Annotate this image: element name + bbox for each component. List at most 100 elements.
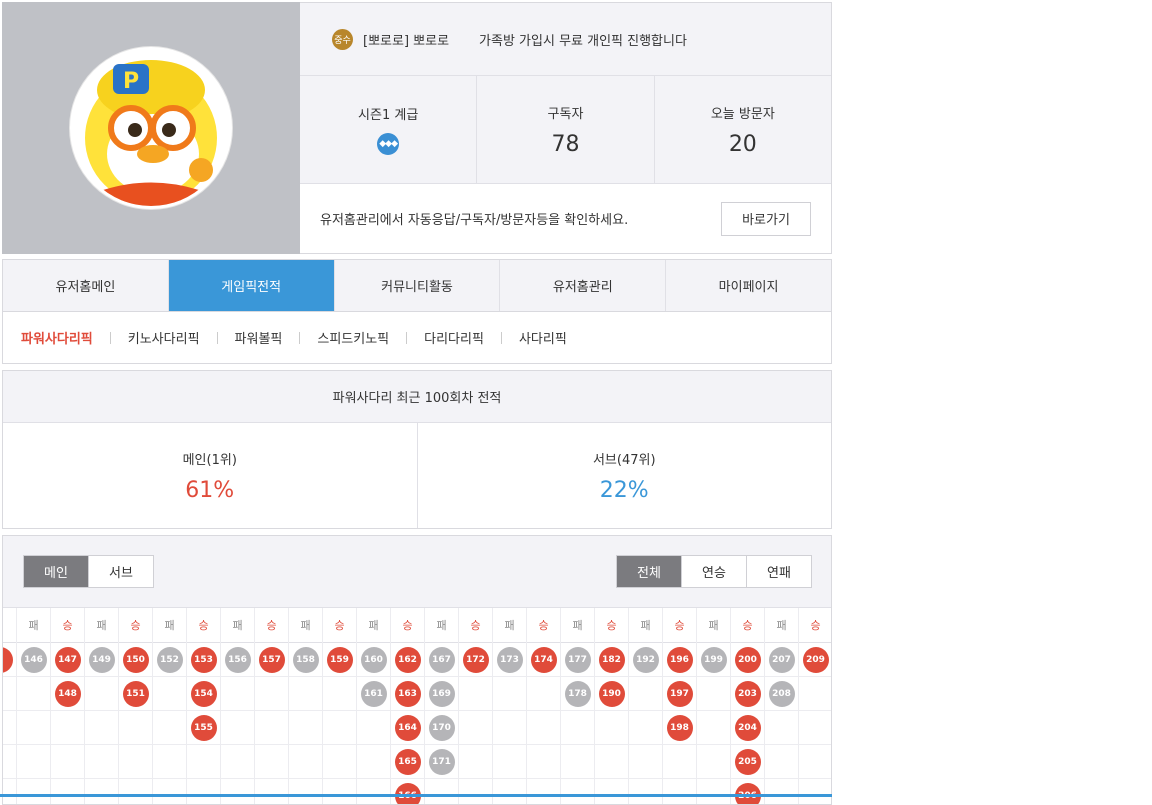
result-column-head: 패 [289, 608, 322, 643]
profile-section: P 중수 [뽀로로] 뽀로로 가족방 가입시 무료 개인픽 진행합니다 [2, 2, 832, 254]
result-column: 승150151 [119, 608, 153, 805]
result-column-head: 승 [799, 608, 832, 643]
blue-diamond-rank-icon: ◆◆◆ [377, 133, 399, 155]
summary-main: 메인(1위) 61% [3, 423, 418, 528]
result-column: 승200203204205206 [731, 608, 765, 805]
filter-all-button[interactable]: 전체 [617, 556, 682, 587]
result-cell [663, 779, 696, 805]
profile-info: 중수 [뽀로로] 뽀로로 가족방 가입시 무료 개인픽 진행합니다 시즌1 계급… [300, 2, 832, 254]
record-summary: 파워사다리 최근 100회차 전적 메인(1위) 61% 서브(47위) 22% [2, 370, 832, 529]
subtab-speed-keno[interactable]: 스피드키노픽 [317, 328, 389, 347]
stat-season-grade: 시즌1 계급 ◆◆◆ [300, 76, 477, 183]
result-cell [459, 745, 492, 779]
result-cell: 200 [731, 643, 764, 677]
result-cell [459, 677, 492, 711]
result-column-head: 승 [119, 608, 152, 643]
go-button[interactable]: 바로가기 [721, 202, 811, 236]
result-cell [119, 779, 152, 805]
result-cell [323, 711, 356, 745]
pororo-avatar-icon: P [73, 50, 229, 206]
subtab-power-ladder[interactable]: 파워사다리픽 [21, 328, 93, 347]
subtab-dari-dari[interactable]: 다리다리픽 [424, 328, 484, 347]
result-column-head: 승 [187, 608, 220, 643]
profile-stats: 시즌1 계급 ◆◆◆ 구독자 78 오늘 방문자 20 [300, 76, 831, 184]
result-cell: 172 [459, 643, 492, 677]
result-cell: 154 [187, 677, 220, 711]
win-ball: 162 [395, 647, 421, 673]
result-cell [3, 745, 16, 779]
result-cell: 151 [119, 677, 152, 711]
tab-game-pick-record[interactable]: 게임픽전적 [169, 260, 335, 311]
result-cell: 163 [391, 677, 424, 711]
result-cell [459, 779, 492, 805]
result-cell: 161 [357, 677, 390, 711]
tab-my-page[interactable]: 마이페이지 [666, 260, 831, 311]
result-column: 패167169170171 [425, 608, 459, 805]
result-column: 승159 [323, 608, 357, 805]
filter-win-streak-button[interactable]: 연승 [682, 556, 747, 587]
result-column-head: 승 [255, 608, 288, 643]
result-cell [799, 745, 832, 779]
divider [406, 332, 407, 344]
win-ball: 209 [803, 647, 829, 673]
result-cell: 209 [799, 643, 832, 677]
result-column-head: 패 [85, 608, 118, 643]
avatar-area: P [2, 2, 300, 254]
lose-ball: 160 [361, 647, 387, 673]
result-cell: 165 [391, 745, 424, 779]
result-cell [595, 745, 628, 779]
result-cell [3, 779, 16, 805]
result-cell [561, 779, 594, 805]
result-cell [17, 711, 50, 745]
subtab-keno-ladder[interactable]: 키노사다리픽 [128, 328, 200, 347]
result-cell [221, 711, 254, 745]
result-column-head: 승 [323, 608, 356, 643]
result-column: 패177178 [561, 608, 595, 805]
filter-lose-streak-button[interactable]: 연패 [747, 556, 811, 587]
result-column-head: 승 [731, 608, 764, 643]
result-column: 승147148 [51, 608, 85, 805]
result-cell [799, 677, 832, 711]
result-cell: 147 [51, 643, 84, 677]
result-cell [51, 745, 84, 779]
result-cell [357, 779, 390, 805]
result-cell: 149 [85, 643, 118, 677]
lose-ball: 146 [21, 647, 47, 673]
result-cell [323, 745, 356, 779]
lose-ball: 199 [701, 647, 727, 673]
tab-community-activity[interactable]: 커뮤니티활동 [335, 260, 501, 311]
result-column-head: 패 [765, 608, 798, 643]
result-cell [697, 745, 730, 779]
result-column: 패199 [697, 608, 731, 805]
result-cell [153, 711, 186, 745]
filter-sub-button[interactable]: 서브 [89, 556, 153, 587]
tab-user-home-main[interactable]: 유저홈메인 [3, 260, 169, 311]
subtab-ladder[interactable]: 사다리픽 [519, 328, 567, 347]
result-cell: 190 [595, 677, 628, 711]
result-cell [459, 711, 492, 745]
lose-ball: 158 [293, 647, 319, 673]
result-cell [323, 779, 356, 805]
result-column-head: 승 [391, 608, 424, 643]
result-cell: 162 [391, 643, 424, 677]
win-ball: 155 [191, 715, 217, 741]
result-cell: 196 [663, 643, 696, 677]
result-cell [85, 677, 118, 711]
results-controls: 메인 서브 전체 연승 연패 [3, 536, 831, 608]
tab-user-home-manage[interactable]: 유저홈관리 [500, 260, 666, 311]
result-column-head: 패 [221, 608, 254, 643]
result-column-head: 승 [663, 608, 696, 643]
result-cell [493, 745, 526, 779]
result-cell [255, 711, 288, 745]
result-cell [697, 711, 730, 745]
subtab-powerball[interactable]: 파워볼픽 [235, 328, 283, 347]
result-cell [17, 677, 50, 711]
profile-message: 가족방 가입시 무료 개인픽 진행합니다 [479, 30, 687, 49]
result-cell: 148 [51, 677, 84, 711]
win-ball: 200 [735, 647, 761, 673]
result-column: 패160161 [357, 608, 391, 805]
result-cell [289, 711, 322, 745]
filter-main-button[interactable]: 메인 [24, 556, 89, 587]
win-ball: 198 [667, 715, 693, 741]
main-tabs: 유저홈메인 게임픽전적 커뮤니티활동 유저홈관리 마이페이지 [2, 259, 832, 312]
